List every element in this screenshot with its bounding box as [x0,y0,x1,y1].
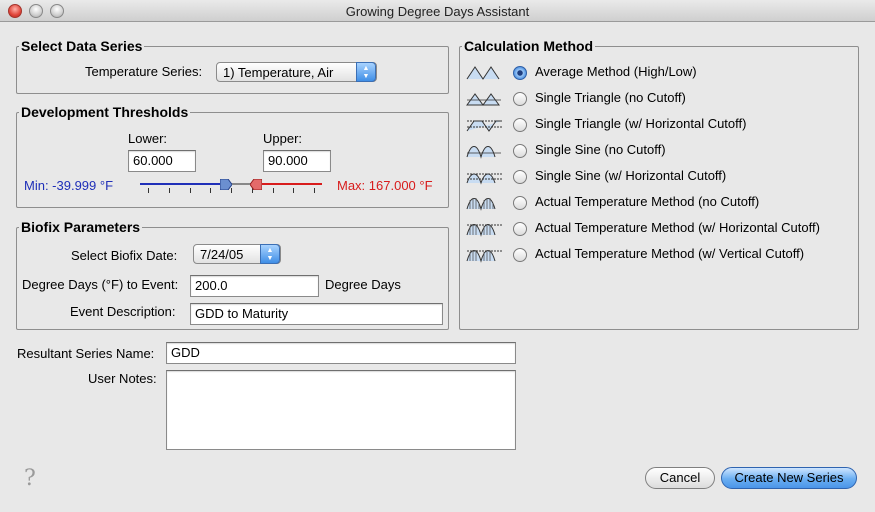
user-notes-label: User Notes: [88,371,157,386]
calculation-method-option[interactable]: Single Triangle (no Cutoff) [465,87,857,111]
method-radio-button[interactable] [513,222,527,236]
slider-tick [293,188,294,193]
create-new-series-button[interactable]: Create New Series [721,467,857,489]
title-bar[interactable]: Growing Degree Days Assistant [0,0,875,22]
data-series-legend: Select Data Series [21,38,143,54]
method-radio-label: Single Triangle (w/ Horizontal Cutoff) [535,116,747,131]
method-radio-label: Actual Temperature Method (no Cutoff) [535,194,760,209]
threshold-range-slider[interactable] [140,176,322,196]
calculation-method-list: Average Method (High/Low) Single Triangle… [461,61,857,271]
method-radio-button[interactable] [513,170,527,184]
popup-arrows-icon: ▲ ▼ [356,62,376,82]
date-stepper-arrows-icon[interactable]: ▲ ▼ [260,244,280,264]
slider-tick [314,188,315,193]
temperature-series-value: 1) Temperature, Air [223,65,334,80]
biofix-date-value: 7/24/05 [200,247,244,262]
calculation-method-option[interactable]: Single Sine (no Cutoff) [465,139,857,163]
average-method-icon [465,63,505,83]
upper-threshold-field[interactable]: 90.000 [263,150,331,172]
window-title: Growing Degree Days Assistant [345,4,530,19]
calculation-method-legend: Calculation Method [464,38,594,54]
upper-threshold-label: Upper: [263,131,303,146]
method-radio-label: Single Sine (w/ Horizontal Cutoff) [535,168,727,183]
upper-threshold-handle[interactable] [249,178,263,191]
user-notes-textarea[interactable] [166,370,516,450]
method-radio-button[interactable] [513,118,527,132]
method-radio-button[interactable] [513,144,527,158]
help-button[interactable]: ? [24,466,44,491]
dialog-window: Growing Degree Days Assistant Select Dat… [0,0,875,512]
calculation-method-option[interactable]: Single Triangle (w/ Horizontal Cutoff) [465,113,857,137]
resultant-series-name-label: Resultant Series Name: [17,346,155,361]
single-triangle-icon [465,89,505,109]
single-triangle-horizontal-cutoff-icon [465,115,505,135]
event-description-field[interactable]: GDD to Maturity [190,303,443,325]
lower-threshold-label: Lower: [128,131,168,146]
calculation-method-option[interactable]: Average Method (High/Low) [465,61,857,85]
slider-track-lower [140,183,228,185]
slider-track-upper [254,183,322,185]
method-radio-label: Single Triangle (no Cutoff) [535,90,686,105]
method-radio-button[interactable] [513,196,527,210]
actual-temperature-vertical-cutoff-icon [465,245,505,265]
biofix-parameters-legend: Biofix Parameters [21,219,141,235]
cancel-button[interactable]: Cancel [645,467,715,489]
method-radio-label: Single Sine (no Cutoff) [535,142,666,157]
temperature-series-popup[interactable]: 1) Temperature, Air ▲ ▼ [216,62,377,82]
temperature-series-label: Temperature Series: [85,64,203,79]
event-description-label: Event Description: [70,304,176,319]
method-radio-button[interactable] [513,66,527,80]
min-value-text: Min: -39.999 °F [24,178,114,193]
slider-tick [210,188,211,193]
method-radio-label: Average Method (High/Low) [535,64,697,79]
slider-tick [190,188,191,193]
degree-days-field[interactable]: 200.0 [190,275,319,297]
actual-temperature-horizontal-cutoff-icon [465,219,505,239]
method-radio-label: Actual Temperature Method (w/ Vertical C… [535,246,805,261]
method-radio-label: Actual Temperature Method (w/ Horizontal… [535,220,820,235]
resultant-series-name-field[interactable]: GDD [166,342,516,364]
single-sine-horizontal-cutoff-icon [465,167,505,187]
degree-days-label: Degree Days (°F) to Event: [22,277,179,292]
calculation-method-option[interactable]: Actual Temperature Method (w/ Horizontal… [465,217,857,241]
slider-tick [148,188,149,193]
actual-temperature-icon [465,193,505,213]
slider-tick [169,188,170,193]
method-radio-button[interactable] [513,248,527,262]
calculation-method-option[interactable]: Actual Temperature Method (w/ Vertical C… [465,243,857,267]
biofix-date-label: Select Biofix Date: [71,248,178,263]
lower-threshold-field[interactable]: 60.000 [128,150,196,172]
slider-tick [273,188,274,193]
method-radio-button[interactable] [513,92,527,106]
biofix-date-stepper[interactable]: 7/24/05 ▲ ▼ [193,244,281,264]
max-value-text: Max: 167.000 °F [337,178,433,193]
lower-threshold-handle[interactable] [219,178,233,191]
degree-days-unit: Degree Days [325,277,401,292]
single-sine-icon [465,141,505,161]
calculation-method-option[interactable]: Single Sine (w/ Horizontal Cutoff) [465,165,857,189]
development-thresholds-legend: Development Thresholds [21,104,189,120]
calculation-method-option[interactable]: Actual Temperature Method (no Cutoff) [465,191,857,215]
